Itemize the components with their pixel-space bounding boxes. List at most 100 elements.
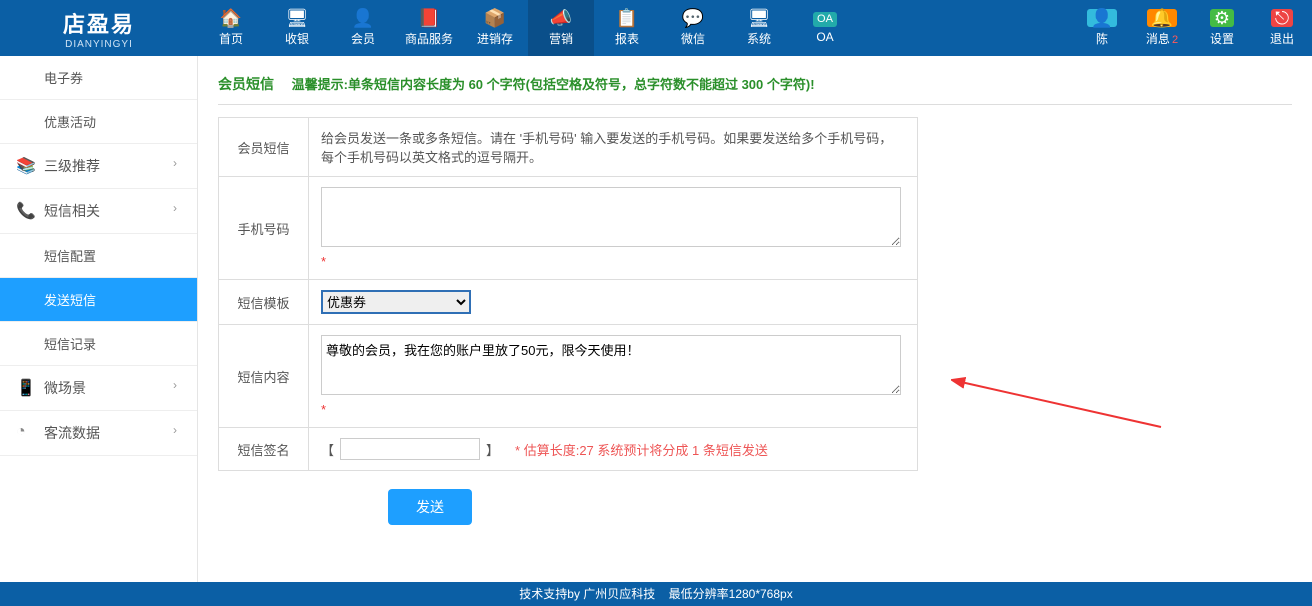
- top-header: 店盈易 DIANYINGYI 🏠 首页 🖥 收银 👤 会员 📕 商品服务 📦 进销存 📣 营销 📋 报表 💬…: [0, 0, 1312, 56]
- nav-icon: 🏠: [220, 9, 242, 27]
- nav-item-7[interactable]: 💬 微信: [660, 0, 726, 56]
- nav-label: 进销存: [477, 30, 513, 47]
- sidebar-icon: ◔: [16, 423, 26, 441]
- sidebar-label: 优惠活动: [44, 115, 96, 130]
- nav-item-8[interactable]: 🖥 系统: [726, 0, 792, 56]
- nav-label: 商品服务: [405, 30, 453, 47]
- nav-right-icon: ⚙: [1210, 9, 1234, 27]
- nav-right-icon: 🔔: [1147, 9, 1177, 27]
- required-mark: *: [321, 254, 905, 269]
- nav-item-5[interactable]: 📣 营销: [528, 0, 594, 56]
- nav-icon: 🖥: [748, 9, 771, 27]
- label-template: 短信模板: [219, 280, 309, 325]
- nav-right-icon: 👤: [1087, 9, 1117, 27]
- footer-left: 技术支持by 广州贝应科技: [519, 587, 655, 601]
- send-button[interactable]: 发送: [388, 489, 472, 525]
- sidebar-icon: 📚: [16, 156, 36, 176]
- phone-input[interactable]: [321, 187, 901, 247]
- nav-label: OA: [816, 30, 833, 44]
- nav-right-label: 消息2: [1146, 30, 1178, 47]
- nav-item-1[interactable]: 🖥 收银: [264, 0, 330, 56]
- footer: 技术支持by 广州贝应科技 最低分辨率1280*768px: [0, 582, 1312, 606]
- chevron-right-icon: ›: [173, 423, 177, 437]
- badge: 2: [1172, 34, 1178, 46]
- nav-icon: 📣: [550, 9, 572, 27]
- page-title: 会员短信: [218, 76, 274, 92]
- nav-label: 首页: [219, 30, 243, 47]
- nav-label: 报表: [615, 30, 639, 47]
- nav-item-6[interactable]: 📋 报表: [594, 0, 660, 56]
- sign-prefix: 【: [321, 440, 334, 459]
- nav-right-icon: ⎋: [1271, 9, 1293, 27]
- sidebar-item-5[interactable]: 发送短信: [0, 278, 197, 322]
- nav-item-3[interactable]: 📕 商品服务: [396, 0, 462, 56]
- sidebar-label: 电子券: [44, 71, 83, 86]
- nav-label: 收银: [285, 30, 309, 47]
- sidebar-label: 发送短信: [44, 293, 96, 308]
- nav-right: 👤陈🔔消息2⚙设置⎋退出: [1072, 0, 1312, 56]
- nav-icon: 📕: [418, 9, 440, 27]
- nav-label: 系统: [747, 30, 771, 47]
- nav-label: 营销: [549, 30, 573, 47]
- nav-icon: 👤: [352, 9, 374, 27]
- nav-right-item-2[interactable]: ⚙ 设置: [1192, 0, 1252, 56]
- desc-member-sms: 给会员发送一条或多条短信。请在 '手机号码' 输入要发送的手机号码。如果要发送给…: [309, 118, 918, 177]
- sidebar: 电子券优惠活动 📚 三级推荐 › 📞 短信相关 › 短信配置发送短信短信记录 📱 微场景 › ◔ 客流数…: [0, 56, 198, 582]
- sidebar-item-0[interactable]: 电子券: [0, 56, 197, 100]
- chevron-right-icon: ›: [173, 378, 177, 392]
- sidebar-item-1[interactable]: 优惠活动: [0, 100, 197, 144]
- brand-logo: 店盈易 DIANYINGYI: [0, 0, 198, 56]
- required-mark: *: [321, 402, 905, 417]
- nav-item-4[interactable]: 📦 进销存: [462, 0, 528, 56]
- label-signature: 短信签名: [219, 428, 309, 471]
- nav-label: 微信: [681, 30, 705, 47]
- sidebar-label: 三级推荐: [44, 158, 100, 174]
- nav-right-item-0[interactable]: 👤陈: [1072, 0, 1132, 56]
- sidebar-item-3[interactable]: 📞 短信相关 ›: [0, 189, 197, 234]
- nav-right-item-3[interactable]: ⎋ 退出: [1252, 0, 1312, 56]
- sidebar-label: 微场景: [44, 380, 86, 396]
- sms-form: 会员短信 给会员发送一条或多条短信。请在 '手机号码' 输入要发送的手机号码。如…: [218, 117, 918, 471]
- main-content: 会员短信 温馨提示:单条短信内容长度为 60 个字符(包括空格及符号，总字符数不…: [198, 56, 1312, 582]
- nav-right-label: 陈: [1096, 30, 1108, 47]
- chevron-right-icon: ›: [173, 156, 177, 170]
- nav-right-label: 设置: [1210, 30, 1234, 47]
- nav-icon: 📦: [484, 9, 506, 27]
- sidebar-icon: 📱: [16, 378, 36, 398]
- nav-icon: 💬: [682, 9, 704, 27]
- label-member-sms: 会员短信: [219, 118, 309, 177]
- brand-sub: DIANYINGYI: [65, 39, 133, 50]
- signature-input[interactable]: [340, 438, 480, 460]
- nav-right-label: 退出: [1270, 30, 1294, 47]
- nav-icon: 📋: [616, 9, 638, 27]
- sidebar-item-4[interactable]: 短信配置: [0, 234, 197, 278]
- content-input[interactable]: [321, 335, 901, 395]
- sidebar-item-2[interactable]: 📚 三级推荐 ›: [0, 144, 197, 189]
- template-select[interactable]: 优惠券: [321, 290, 471, 314]
- brand-name: 店盈易: [63, 7, 135, 39]
- label-content: 短信内容: [219, 325, 309, 428]
- nav-icon: 🖥: [286, 9, 309, 27]
- sidebar-icon: 📞: [16, 201, 36, 221]
- chevron-right-icon: ›: [173, 201, 177, 215]
- annotation-arrow-icon: [951, 377, 1171, 437]
- nav-item-2[interactable]: 👤 会员: [330, 0, 396, 56]
- main-nav: 🏠 首页 🖥 收银 👤 会员 📕 商品服务 📦 进销存 📣 营销 📋 报表 💬 微信 🖥 系统 OA OA: [198, 0, 1072, 56]
- label-phone: 手机号码: [219, 177, 309, 280]
- sidebar-label: 短信相关: [44, 203, 100, 219]
- sign-suffix: 】: [486, 440, 499, 459]
- sidebar-label: 客流数据: [44, 425, 100, 441]
- nav-icon: OA: [813, 12, 837, 27]
- sidebar-item-8[interactable]: ◔ 客流数据 ›: [0, 411, 197, 456]
- page-tip: 温馨提示:单条短信内容长度为 60 个字符(包括空格及符号，总字符数不能超过 3…: [292, 77, 815, 92]
- signature-note: * 估算长度:27 系统预计将分成 1 条短信发送: [515, 440, 768, 459]
- nav-right-item-1[interactable]: 🔔 消息2: [1132, 0, 1192, 56]
- sidebar-item-7[interactable]: 📱 微场景 ›: [0, 366, 197, 411]
- nav-item-9[interactable]: OA OA: [792, 0, 858, 56]
- sidebar-item-6[interactable]: 短信记录: [0, 322, 197, 366]
- nav-item-0[interactable]: 🏠 首页: [198, 0, 264, 56]
- page-header: 会员短信 温馨提示:单条短信内容长度为 60 个字符(包括空格及符号，总字符数不…: [218, 74, 1292, 105]
- footer-right: 最低分辨率1280*768px: [669, 587, 793, 601]
- sidebar-label: 短信配置: [44, 249, 96, 264]
- nav-label: 会员: [351, 30, 375, 47]
